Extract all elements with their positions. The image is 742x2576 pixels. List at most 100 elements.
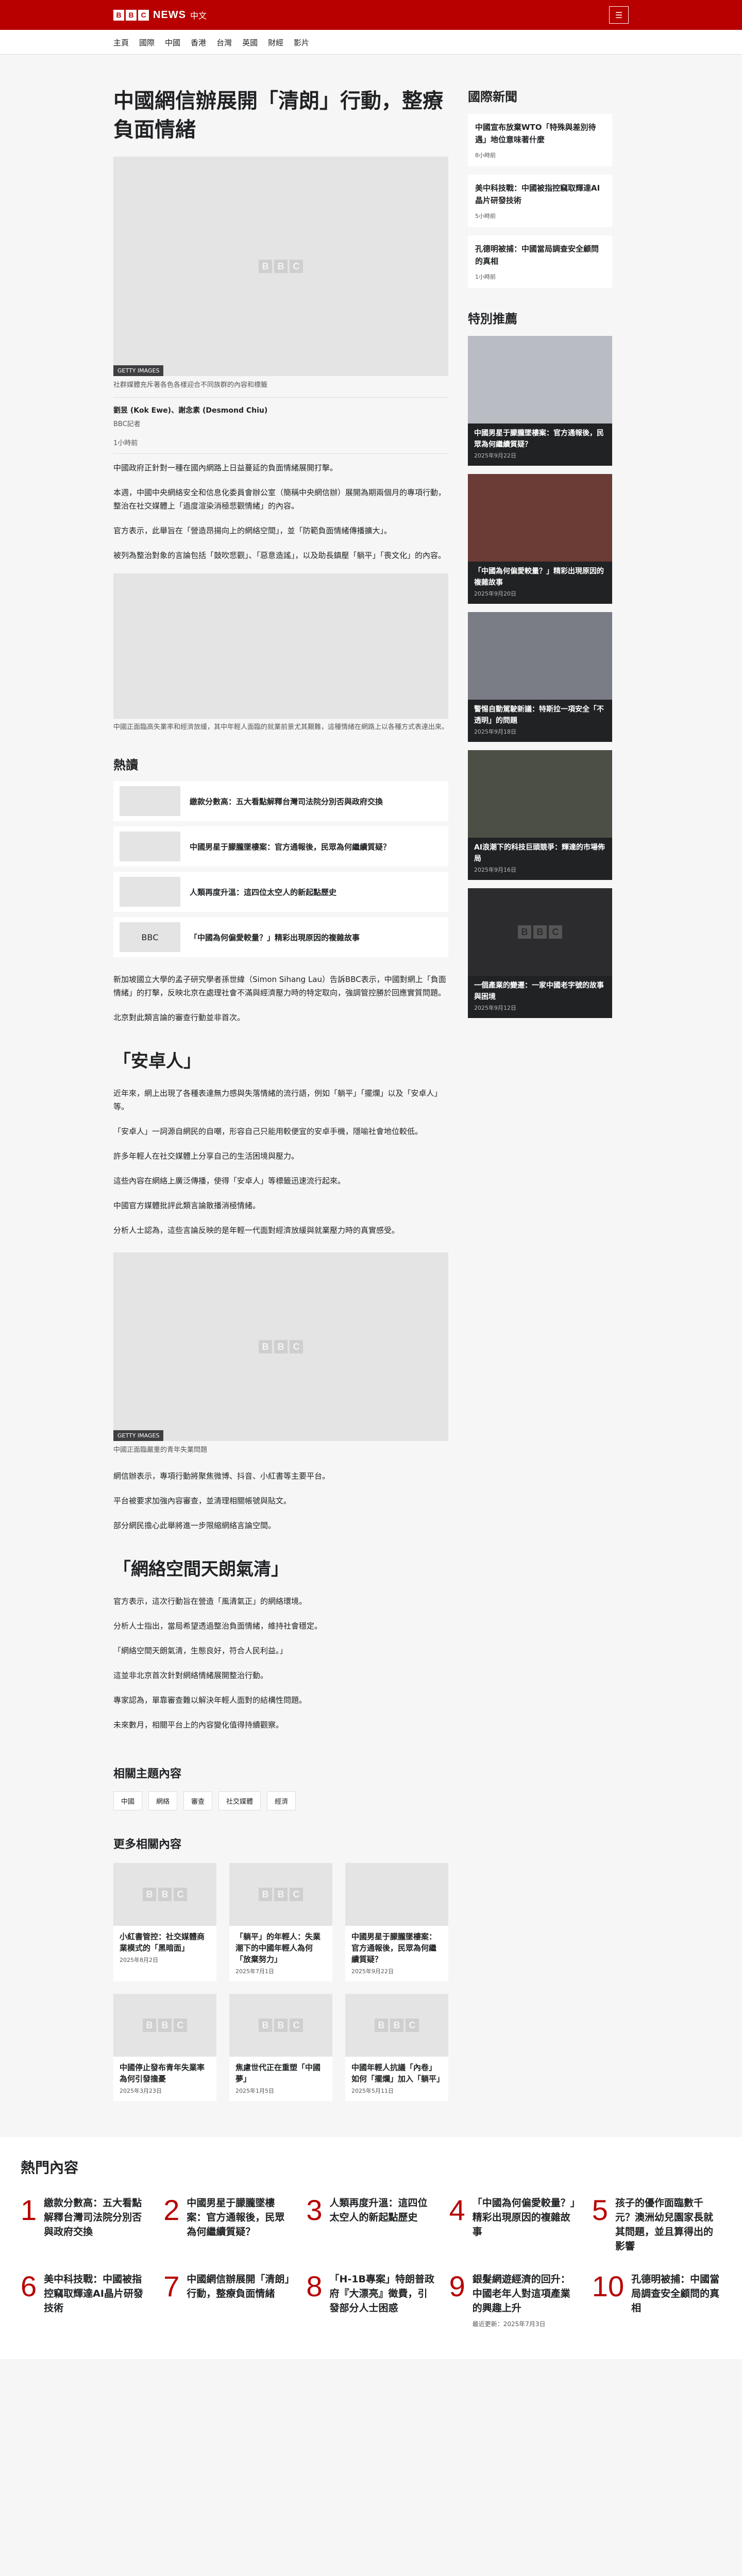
nav-item-video[interactable]: 影片: [294, 37, 309, 48]
related-card[interactable]: BBC 中國年輕人抗議「內卷」如何「擺爛」加入「躺平」 2025年5月11日: [345, 1994, 448, 2101]
hot-read-title: 繳款分數高：五大看點解釋台灣司法院分別否與政府交換: [190, 796, 383, 806]
image-placeholder-icon: BBC: [143, 1888, 187, 1901]
most-read-title: 繳款分數高：五大看點解釋台灣司法院分別否與政府交換: [44, 2197, 142, 2238]
image-caption: 中國正面臨高失業率和經濟放緩，其中年輕人面臨的就業前景尤其艱難，這種情緒在網路上…: [113, 723, 449, 731]
card-image: BBC: [229, 1994, 332, 2057]
featured-item[interactable]: AI浪潮下的科技巨頭競爭：輝達的市場佈局 2025年9月16日: [468, 750, 612, 880]
nav-item-hongkong[interactable]: 香港: [191, 37, 206, 48]
rank-number: 5: [592, 2194, 608, 2226]
topics-list: 中國 網絡 審查 社交媒體 經濟: [113, 1791, 448, 1810]
sidebar-heading: 國際新聞: [468, 90, 517, 104]
menu-button[interactable]: ☰: [609, 6, 629, 24]
related-card[interactable]: BBC 「躺平」的年輕人：失業潮下的中國年輕人為何「放棄努力」 2025年7月1…: [229, 1863, 332, 1981]
related-card[interactable]: BBC 焦慮世代正在重塑「中國夢」 2025年1月5日: [229, 1994, 332, 2101]
topic-tag[interactable]: 網絡: [148, 1791, 178, 1810]
featured-title: 警惕自動駕駛新議：特斯拉一項安全「不透明」的問題: [474, 705, 604, 725]
related-heading: 更多相關內容: [113, 1838, 182, 1851]
card-date: 2025年8月2日: [120, 1957, 158, 1963]
thumbnail: [120, 786, 180, 816]
byline-author: 劉昱 (Kok Ewe)、謝念素 (Desmond Chiu): [113, 406, 268, 415]
sidebar-news-item[interactable]: 美中科技戰：中國被指控竊取輝達AI晶片研發技術 5小時前: [468, 175, 612, 227]
most-read-title: 孩子的優作面臨數千元？澳洲幼兒園家長就其問題，並且算得出的影響: [615, 2197, 713, 2252]
hot-read-item[interactable]: BBC 「中國為何偏愛較量？」精彩出現原因的複雜故事: [113, 917, 448, 957]
image-credit: GETTY IMAGES: [113, 365, 164, 376]
most-read-title: 中國男星于朦朧墜樓案：官方通報後，民眾為何繼續質疑？: [187, 2197, 285, 2238]
nav-item-world[interactable]: 國際: [139, 37, 155, 48]
topic-tag[interactable]: 社交媒體: [218, 1791, 261, 1810]
paragraph: 未來數月，相關平台上的內容變化值得持續觀察。: [113, 1720, 284, 1730]
bbc-logo[interactable]: B B C NEWS 中文: [113, 9, 207, 21]
paragraph: 網信辦表示，專項行動將聚焦微博、抖音、小紅書等主要平台。: [113, 1471, 330, 1481]
featured-image: BBC: [468, 888, 612, 976]
topic-tag[interactable]: 經濟: [267, 1791, 296, 1810]
featured-date: 2025年9月18日: [474, 728, 516, 735]
inline-image: [113, 573, 448, 719]
featured-item[interactable]: 中國男星于朦朧墜樓案：官方通報後，民眾為何繼續質疑？ 2025年9月22日: [468, 336, 612, 466]
most-read-item[interactable]: 8 「H-1B專案」特朗普政府『大漂亮』徵費，引發部分人士困惑: [306, 2272, 435, 2328]
rank-number: 9: [449, 2270, 465, 2302]
rank-number: 7: [163, 2270, 180, 2302]
card-image: BBC: [113, 1863, 216, 1926]
most-read-item[interactable]: 9 銀髮網遊經濟的回升：中國老年人對這項產業的興趣上升 最近更新：2025年7月3日: [449, 2272, 579, 2328]
hot-read-item[interactable]: 中國男星于朦朧墜樓案：官方通報後，民眾為何繼續質疑？: [113, 826, 448, 867]
hero-image: BBC GETTY IMAGES: [113, 157, 448, 376]
related-card[interactable]: BBC 中國停止發布青年失業率 為何引發擔憂 2025年3月23日: [113, 1994, 216, 2101]
most-read-title: 美中科技戰：中國被指控竊取輝達AI晶片研發技術: [44, 2274, 143, 2314]
most-read-item[interactable]: 7 中國網信辦展開「清朗」行動，整療負面情緒: [163, 2272, 293, 2328]
image-placeholder-icon: BBC: [259, 1888, 303, 1901]
rank-number: 10: [592, 2270, 625, 2302]
featured-item[interactable]: 警惕自動駕駛新議：特斯拉一項安全「不透明」的問題 2025年9月18日: [468, 612, 612, 742]
thumbnail: BBC: [120, 922, 180, 952]
paragraph: 分析人士指出，當局希望透過整治負面情緒，維持社會穩定。: [113, 1621, 323, 1631]
most-read-title: 「H-1B專案」特朗普政府『大漂亮』徵費，引發部分人士困惑: [329, 2274, 435, 2314]
nav-item-home[interactable]: 主頁: [113, 37, 129, 48]
related-card[interactable]: 中國男星于朦朧墜樓案：官方通報後，民眾為何繼續質疑？ 2025年9月22日: [345, 1863, 448, 1981]
rank-number: 2: [163, 2194, 180, 2226]
most-read-item[interactable]: 2 中國男星于朦朧墜樓案：官方通報後，民眾為何繼續質疑？: [163, 2196, 293, 2253]
logo-letter: B: [126, 9, 137, 21]
paragraph: 部分網民擔心此舉將進一步限縮網絡言論空間。: [113, 1521, 276, 1530]
nav-item-taiwan[interactable]: 台灣: [216, 37, 232, 48]
most-read-title: 銀髮網遊經濟的回升：中國老年人對這項產業的興趣上升: [472, 2274, 570, 2314]
nav-item-uk[interactable]: 英國: [242, 37, 258, 48]
paragraph: 這些內容在網絡上廣泛傳播，使得「安卓人」等標籤迅速流行起來。: [113, 1176, 346, 1185]
most-read-title: 孔德明被捕：中國當局調查安全顧問的真相: [631, 2274, 720, 2314]
most-read-item[interactable]: 6 美中科技戰：中國被指控竊取輝達AI晶片研發技術: [21, 2272, 150, 2328]
paragraph: 「安卓人」一詞源自網民的自嘲，形容自己只能用較便宜的安卓手機，隱喻社會地位較低。: [113, 1127, 423, 1136]
card-image: BBC: [113, 1994, 216, 2057]
most-read-item[interactable]: 4 「中國為何偏愛較量？」精彩出現原因的複雜故事: [449, 2196, 579, 2253]
featured-item[interactable]: 「中國為何偏愛較量？」精彩出現原因的複雜故事 2025年9月20日: [468, 474, 612, 604]
logo-language: 中文: [190, 11, 207, 21]
most-read-item[interactable]: 1 繳款分數高：五大看點解釋台灣司法院分別否與政府交換: [21, 2196, 150, 2253]
hot-read-item[interactable]: 人類再度升溫：這四位太空人的新起點歷史: [113, 872, 448, 912]
featured-item[interactable]: BBC 一個產業的變遷：一家中國老字號的故事與困境 2025年9月12日: [468, 888, 612, 1018]
topic-tag[interactable]: 審查: [183, 1791, 213, 1810]
most-read-item[interactable]: 10 孔德明被捕：中國當局調查安全顧問的真相: [592, 2272, 721, 2328]
most-read-title: 人類再度升溫：這四位太空人的新起點歷史: [329, 2197, 428, 2223]
rank-number: 8: [306, 2270, 323, 2302]
sidebar-news-item[interactable]: 孔德明被捕：中國當局調查安全顧問的真相 1小時前: [468, 235, 612, 288]
article-title: 中國網信辦展開「清朗」行動，整療負面情緒: [113, 89, 443, 142]
topics-heading: 相關主題內容: [113, 1768, 182, 1781]
related-card[interactable]: BBC 小紅書管控：社交媒體商業模式的「黑暗面」 2025年8月2日: [113, 1863, 216, 1981]
most-read-grid: 1 繳款分數高：五大看點解釋台灣司法院分別否與政府交換 2 中國男星于朦朧墜樓案：官…: [21, 2196, 721, 2328]
paragraph: 平台被要求加強內容審查，並清理相關帳號與貼文。: [113, 1496, 292, 1505]
nav-item-business[interactable]: 財經: [268, 37, 283, 48]
most-read-item[interactable]: 5 孩子的優作面臨數千元？澳洲幼兒園家長就其問題，並且算得出的影響: [592, 2196, 721, 2253]
sidebar-news-item[interactable]: 中國宣布放棄WTO「特殊與差別待遇」地位意味著什麼 8小時前: [468, 114, 612, 166]
card-title: 中國男星于朦朧墜樓案：官方通報後，民眾為何繼續質疑？: [351, 1932, 437, 1964]
paragraph: 分析人士認為，這些言論反映的是年輕一代面對經濟放緩與就業壓力時的真實感受。: [113, 1226, 400, 1235]
thumbnail: [120, 832, 180, 861]
card-title: 中國停止發布青年失業率 為何引發擔憂: [120, 2063, 205, 2083]
image-credit: GETTY IMAGES: [113, 1430, 164, 1441]
hamburger-icon: ☰: [615, 10, 623, 20]
featured-date: 2025年9月16日: [474, 867, 516, 873]
nav-item-china[interactable]: 中國: [165, 37, 180, 48]
paragraph: 官方表示，此舉旨在「營造昂揚向上的網絡空間」，並「防範負面情緒傳播擴大」。: [113, 526, 392, 535]
hot-read-item[interactable]: 繳款分數高：五大看點解釋台灣司法院分別否與政府交換: [113, 781, 448, 821]
featured-image: [468, 474, 612, 562]
sidebar-news-title: 美中科技戰：中國被指控竊取輝達AI晶片研發技術: [475, 183, 600, 205]
sidebar-news-time: 5小時前: [475, 213, 496, 219]
topic-tag[interactable]: 中國: [113, 1791, 143, 1810]
most-read-item[interactable]: 3 人類再度升溫：這四位太空人的新起點歷史: [306, 2196, 435, 2253]
